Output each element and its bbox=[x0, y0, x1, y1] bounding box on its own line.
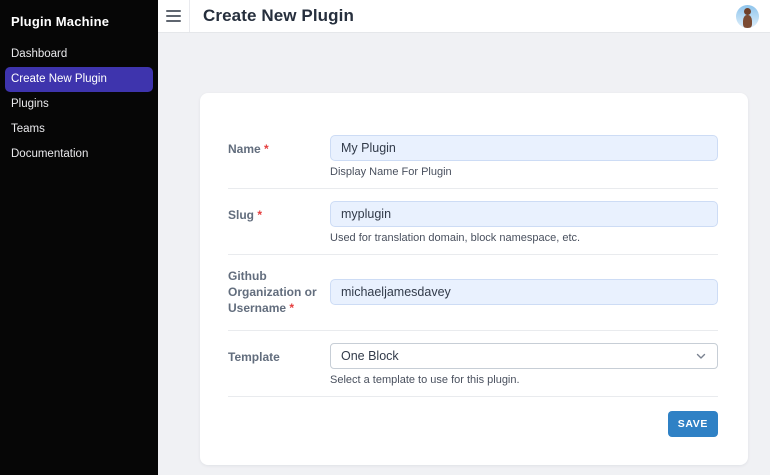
name-required-asterisk: * bbox=[264, 142, 269, 156]
sidebar-item-dashboard[interactable]: Dashboard bbox=[5, 42, 153, 67]
template-label-text: Template bbox=[228, 350, 280, 364]
page-title: Create New Plugin bbox=[203, 6, 354, 25]
app-title: Plugin Machine bbox=[11, 14, 110, 29]
form-actions: SAVE bbox=[228, 397, 718, 437]
create-plugin-form-card: Name * Display Name For Plugin Slug * bbox=[200, 93, 748, 465]
slug-input-wrap: Used for translation domain, block names… bbox=[330, 201, 718, 244]
sidebar-item-create-new-plugin[interactable]: Create New Plugin bbox=[5, 67, 153, 92]
form-row-template: Template One Block Select a template to … bbox=[228, 331, 718, 397]
template-label: Template bbox=[228, 343, 330, 365]
name-help-text: Display Name For Plugin bbox=[330, 166, 452, 178]
name-label: Name * bbox=[228, 135, 330, 157]
top-bar: Create New Plugin bbox=[158, 0, 770, 33]
menu-toggle-zone bbox=[158, 0, 190, 32]
app-window: Plugin Machine Dashboard Create New Plug… bbox=[0, 0, 770, 475]
hamburger-menu-icon[interactable] bbox=[166, 10, 181, 22]
template-select-value: One Block bbox=[341, 349, 399, 363]
main-content: Name * Display Name For Plugin Slug * bbox=[158, 33, 770, 475]
content-column: Create New Plugin Name * Display Name Fo… bbox=[158, 0, 770, 475]
template-select[interactable]: One Block bbox=[330, 343, 718, 369]
github-input-wrap bbox=[330, 279, 718, 305]
name-label-text: Name bbox=[228, 142, 261, 156]
chevron-down-icon bbox=[696, 353, 706, 359]
github-label: Github Organization or Username * bbox=[228, 268, 330, 316]
sidebar-item-teams[interactable]: Teams bbox=[5, 117, 153, 142]
name-input[interactable] bbox=[330, 135, 718, 161]
slug-help-text: Used for translation domain, block names… bbox=[330, 232, 581, 244]
user-avatar[interactable] bbox=[736, 5, 759, 28]
name-input-wrap: Display Name For Plugin bbox=[330, 135, 718, 178]
sidebar-item-documentation[interactable]: Documentation bbox=[5, 142, 153, 167]
avatar-photo bbox=[743, 15, 752, 28]
sidebar-item-plugins[interactable]: Plugins bbox=[5, 92, 153, 117]
github-username-input[interactable] bbox=[330, 279, 718, 305]
form-row-name: Name * Display Name For Plugin bbox=[228, 123, 718, 189]
sidebar-nav: Dashboard Create New Plugin Plugins Team… bbox=[0, 42, 158, 167]
template-help-text: Select a template to use for this plugin… bbox=[330, 374, 520, 386]
avatar-photo-detail bbox=[744, 8, 751, 15]
github-required-asterisk: * bbox=[289, 301, 295, 315]
github-label-text: Github Organization or Username bbox=[228, 269, 317, 315]
template-select-wrap: One Block Select a template to use for t… bbox=[330, 343, 718, 386]
slug-label-text: Slug bbox=[228, 208, 254, 222]
sidebar: Plugin Machine Dashboard Create New Plug… bbox=[0, 0, 158, 475]
form-row-slug: Slug * Used for translation domain, bloc… bbox=[228, 189, 718, 255]
slug-label: Slug * bbox=[228, 201, 330, 223]
save-button[interactable]: SAVE bbox=[667, 411, 718, 437]
form-row-github: Github Organization or Username * bbox=[228, 255, 718, 331]
slug-input[interactable] bbox=[330, 201, 718, 227]
slug-required-asterisk: * bbox=[257, 208, 263, 222]
